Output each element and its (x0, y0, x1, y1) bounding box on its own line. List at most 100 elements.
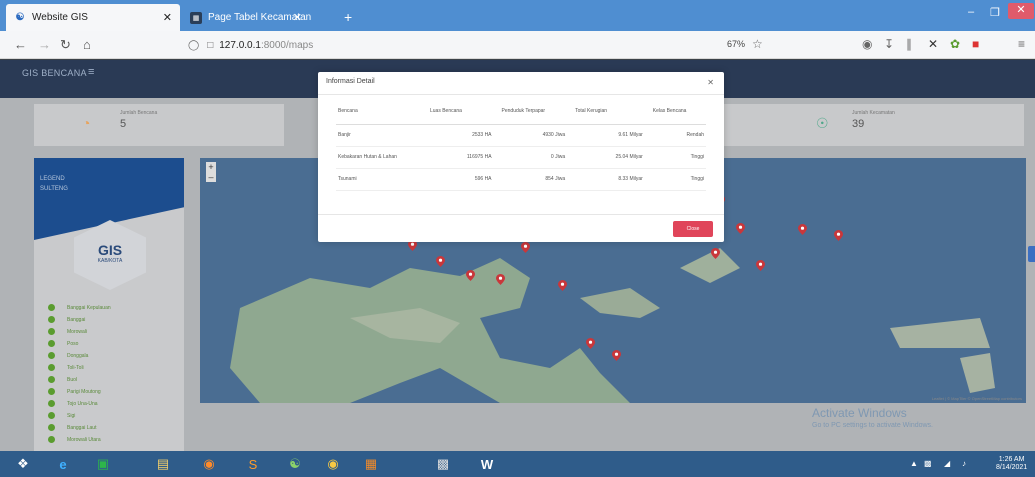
clock-chart-icon: ◔ (82, 115, 91, 131)
legend-dot-icon (48, 388, 55, 395)
clock-date: 8/14/2021 (996, 464, 1028, 471)
bookmark-star-icon[interactable]: ☆ (752, 37, 763, 51)
map-zoom-control: + – (206, 162, 216, 182)
taskbar-clock[interactable]: 1:26 AM 8/14/2021 (996, 456, 1027, 472)
zoom-out-icon[interactable]: – (206, 172, 216, 182)
map-marker-icon[interactable] (736, 223, 745, 234)
library-icon[interactable]: ∥ (906, 37, 912, 51)
maximize-icon[interactable]: ❐ (990, 6, 1000, 19)
legend-dot-icon (48, 400, 55, 407)
url-bar[interactable]: ◯ □ 127.0.0.1 :8000/maps (188, 35, 778, 55)
extension-red-icon[interactable]: ■ (972, 37, 979, 51)
table-row: Kebakaran Hutan & Lahan 116975 HA 0 Jiwa 25… (336, 146, 706, 169)
sublime-icon[interactable]: S (240, 453, 266, 475)
map-marker-icon[interactable] (466, 270, 475, 281)
map-marker-icon[interactable] (612, 350, 621, 361)
minimize-icon[interactable]: – (968, 6, 974, 18)
legend-item-label: Morowali Utara (67, 436, 101, 443)
tab-label: Website GIS (32, 12, 88, 23)
legend-item-label: Morowali (67, 328, 88, 335)
table-cell: 596 HA (427, 168, 500, 191)
detail-table-body: Banjir 2533 HA 4930 Jiwa 9.61 Milyar Rendah K… (336, 124, 706, 191)
stat-card-bencana: ◔ Jumlah Bencana 5 (34, 104, 284, 146)
map-marker-icon[interactable] (521, 242, 530, 253)
reload-icon[interactable]: ↻ (60, 37, 71, 53)
legend-item: Sigi (48, 412, 75, 419)
legend-item: Poso (48, 340, 78, 347)
legend-dot-icon (48, 376, 55, 383)
legend-item-label: Poso (67, 340, 79, 347)
table-cell: 2533 HA (427, 124, 500, 147)
home-icon[interactable]: ⌂ (83, 37, 91, 52)
terminal-icon[interactable]: ▩ (430, 453, 456, 475)
window-close-icon[interactable]: ✕ (1008, 3, 1034, 19)
legend-item-label: Parigi Moutong (67, 388, 101, 395)
close-button[interactable]: Close (673, 221, 713, 237)
page-favicon-icon: ▦ (190, 11, 202, 24)
tray-network-icon[interactable]: ▩ (924, 459, 932, 468)
close-tab-icon[interactable]: ✕ (293, 11, 302, 24)
legend-dot-icon (48, 424, 55, 431)
legend-item: Parigi Moutong (48, 388, 101, 395)
map-marker-icon[interactable] (798, 224, 807, 235)
col-kerugian: Total Kerugian (573, 100, 651, 125)
map-marker-icon[interactable] (436, 256, 445, 267)
legend-item-label: Banggai Laut (67, 424, 97, 431)
legend-dot-icon (48, 328, 55, 335)
legend-dot-icon (48, 436, 55, 443)
pocket-icon[interactable]: ◉ (862, 37, 872, 51)
file-explorer-icon[interactable]: ▤ (150, 453, 176, 475)
close-tab-icon[interactable]: ✕ (163, 11, 172, 24)
stat-label: Jumlah Kecamatan (852, 110, 895, 116)
store-icon[interactable]: ▣ (90, 453, 116, 475)
modal-footer-divider (318, 214, 724, 215)
menu-icon[interactable]: ≡ (1018, 37, 1025, 51)
word-icon[interactable]: W (474, 453, 500, 475)
legend-item-label: Tojo Una-Una (67, 400, 98, 407)
legend-item-label: Sigi (67, 412, 76, 419)
chrome-icon[interactable]: ◉ (320, 453, 346, 475)
download-icon[interactable]: ↧ (884, 37, 894, 51)
tab-page-tabel-kecamatan[interactable]: ▦ Page Tabel Kecamatan ✕ (182, 4, 352, 31)
new-tab-icon[interactable]: + (344, 9, 352, 25)
legend-item: Toli-Toli (48, 364, 84, 371)
legend-panel: LEGEND SULTENG GIS KAB/KOTA Banggai Kepu… (34, 158, 184, 451)
forward-icon[interactable]: → (38, 37, 51, 52)
map-marker-icon[interactable] (586, 338, 595, 349)
col-luas: Luas Bencana (427, 100, 500, 125)
legend-title-line: LEGEND (40, 176, 65, 182)
zoom-level[interactable]: 67% (727, 39, 745, 49)
tab-website-gis[interactable]: ☯ Website GIS ✕ (6, 4, 180, 31)
tray-arrow-icon[interactable]: ▲ (910, 459, 918, 468)
extension-leaf-icon[interactable]: ✿ (950, 37, 960, 51)
map-marker-icon[interactable] (756, 260, 765, 271)
side-toggle-button[interactable] (1028, 246, 1035, 262)
start-icon[interactable]: ❖ (10, 453, 36, 475)
modal-close-icon[interactable]: ✕ (707, 78, 714, 87)
map-marker-icon[interactable] (496, 274, 505, 285)
firefox-icon[interactable]: ◉ (196, 453, 222, 475)
extension-x-icon[interactable]: ✕ (928, 37, 938, 51)
app-green-icon[interactable]: ☯ (282, 453, 308, 475)
map-attribution[interactable]: Leaflet | © MapTiler © OpenStreetMap con… (932, 396, 1022, 401)
internet-explorer-icon[interactable]: e (50, 453, 76, 475)
legend-item-label: Banggai (67, 316, 86, 323)
windows-taskbar: ❖ e ▣ ▤ ◉ S ☯ ◉ ▦ ▩ W ▲ ▩ ◢ ♪ 1:26 AM 8/… (0, 451, 1035, 477)
map-marker-icon[interactable] (834, 230, 843, 241)
legend-item-label: Banggai Kepulauan (67, 304, 111, 311)
app-brand[interactable]: GIS BENCANA (22, 68, 87, 78)
map-marker-icon[interactable] (558, 280, 567, 291)
table-cell: 0 Jiwa (499, 146, 574, 169)
xampp-icon[interactable]: ▦ (358, 453, 384, 475)
activate-windows-title: Activate Windows (812, 406, 907, 420)
table-cell: Rendah (650, 124, 706, 147)
table-cell: 8.33 Milyar (573, 168, 651, 191)
tray-volume-icon[interactable]: ♪ (962, 459, 966, 468)
map-marker-icon[interactable] (711, 248, 720, 259)
tray-signal-icon[interactable]: ◢ (944, 459, 950, 468)
zoom-in-icon[interactable]: + (206, 162, 216, 172)
hamburger-menu-icon[interactable]: ≡ (88, 66, 94, 78)
legend-item: Banggai Kepulauan (48, 304, 111, 311)
back-icon[interactable]: ← (14, 37, 27, 52)
modal-divider (318, 94, 724, 95)
